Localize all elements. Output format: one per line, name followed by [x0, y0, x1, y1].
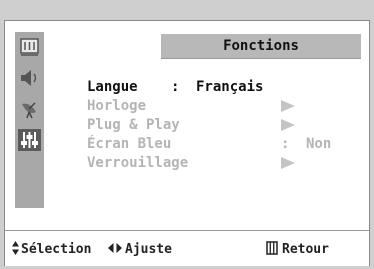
osd-menu-panel: Fonctions Langue : Français Horloge Plug… [4, 20, 370, 266]
adjust-hint-label: Ajuste [125, 242, 172, 257]
key-hint-bar: Sélection Ajuste Retour [5, 230, 369, 266]
menu-item-label: Langue [87, 79, 138, 95]
setup-sliders-icon[interactable] [18, 129, 41, 151]
left-right-arrow-icon [107, 240, 123, 260]
menu-item-value: Non [306, 136, 332, 152]
select-hint-label: Sélection [21, 242, 92, 257]
submenu-arrow-icon [281, 100, 295, 112]
menu-item-separator: : [171, 79, 180, 95]
menu-title-bar: Fonctions [161, 34, 361, 59]
menu-item-label: Horloge [87, 98, 147, 114]
satellite-dish-icon[interactable] [18, 98, 41, 120]
up-down-arrow-icon [11, 240, 20, 260]
submenu-arrow-icon [281, 119, 295, 131]
submenu-arrow-icon [281, 157, 295, 169]
return-hint-label: Retour [282, 242, 329, 257]
tv-osd-screen: Fonctions Langue : Français Horloge Plug… [0, 0, 374, 269]
menu-item-value: Français [196, 79, 264, 95]
menu-title: Fonctions [223, 38, 299, 54]
menu-item-label: Verrouillage [87, 155, 189, 171]
menu-item-label: Plug & Play [87, 117, 180, 133]
menu-item-label: Écran Bleu [87, 136, 172, 152]
menu-button-icon [266, 240, 278, 260]
menu-category-sidebar [15, 32, 44, 208]
speaker-icon[interactable] [18, 67, 41, 89]
menu-item-separator: : [281, 136, 290, 152]
picture-icon[interactable] [18, 36, 41, 58]
